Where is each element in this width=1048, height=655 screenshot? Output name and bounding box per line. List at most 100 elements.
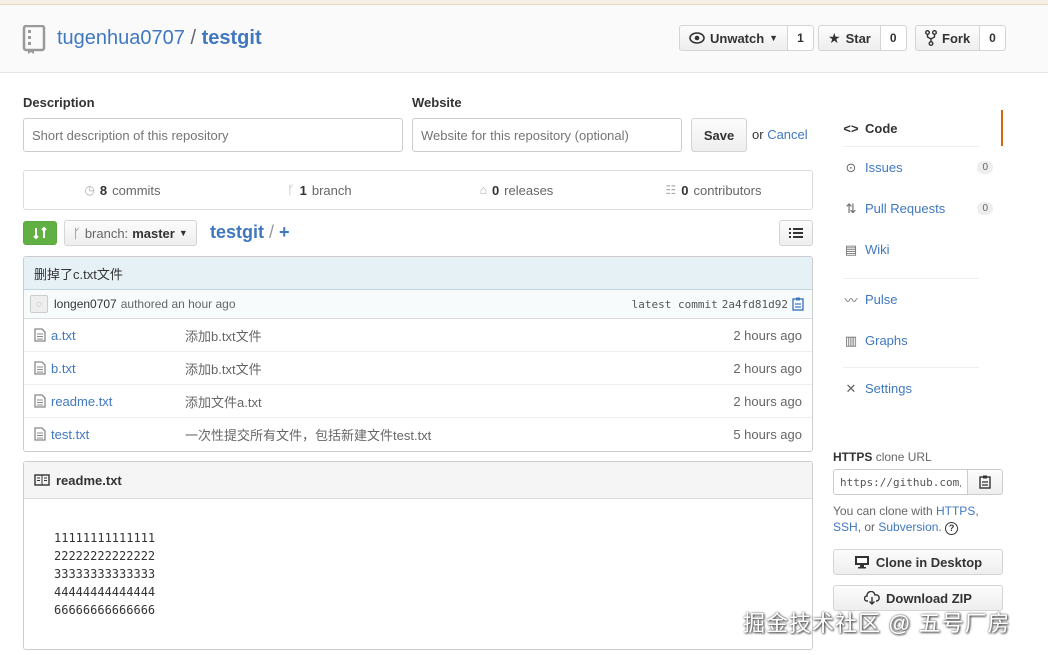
sidenav-item-pulse[interactable]: 〰 Pulse bbox=[833, 279, 1003, 320]
releases-stat[interactable]: ⌂ 0 releases bbox=[418, 183, 615, 198]
file-commit-message[interactable]: 添加b.txt文件 bbox=[185, 326, 262, 345]
code-icon: <> bbox=[843, 120, 859, 136]
readme-line: 66666666666666 bbox=[54, 603, 156, 617]
file-commit-message[interactable]: 添加文件a.txt bbox=[185, 392, 262, 411]
file-name-link[interactable]: test.txt bbox=[51, 427, 89, 442]
file-text-icon bbox=[34, 427, 46, 441]
or-cancel: or Cancel bbox=[752, 127, 808, 142]
commits-label: commits bbox=[112, 182, 161, 198]
website-label: Website bbox=[412, 95, 462, 110]
sidenav-item-wiki[interactable]: ▤ Wiki bbox=[833, 229, 1003, 270]
description-input[interactable] bbox=[23, 118, 403, 152]
star-button[interactable]: ★ Star bbox=[819, 26, 880, 50]
clone-url-input[interactable] bbox=[833, 469, 968, 495]
breadcrumb-separator: / bbox=[269, 222, 275, 242]
star-button-group: ★ Star 0 bbox=[818, 25, 907, 51]
book-icon bbox=[34, 474, 50, 486]
history-icon: ◷ bbox=[84, 183, 95, 197]
cloud-download-icon bbox=[864, 591, 880, 605]
pulls-count-badge: 0 bbox=[977, 202, 993, 215]
repo-sidenav: <> Code ⊙ Issues 0 ⇅ Pull Requests 0 ▤ W… bbox=[833, 110, 1003, 409]
branch-icon: ᚴ bbox=[287, 183, 295, 197]
releases-label: releases bbox=[504, 182, 554, 198]
description-label: Description bbox=[23, 95, 95, 110]
commit-authored-time: authored an hour ago bbox=[120, 297, 236, 311]
contributors-stat[interactable]: ☷ 0 contributors bbox=[615, 183, 812, 198]
sidenav-issues-label: Issues bbox=[865, 160, 903, 175]
file-commit-message[interactable]: 添加b.txt文件 bbox=[185, 359, 262, 378]
new-file-link[interactable]: + bbox=[279, 222, 290, 242]
latest-commit-message[interactable]: 删掉了c.txt文件 bbox=[24, 257, 812, 290]
branches-stat[interactable]: ᚴ 1 branch bbox=[221, 183, 418, 198]
repo-header: tugenhua0707 / testgit Unwatch ▼ 1 ★ Sta… bbox=[0, 5, 1048, 73]
branch-prefix: branch: bbox=[84, 225, 129, 241]
latest-commit-label: latest commit bbox=[631, 297, 718, 311]
pulse-icon: 〰 bbox=[844, 293, 858, 308]
clone-period: . bbox=[938, 520, 942, 534]
clone-url-text: clone URL bbox=[875, 450, 932, 464]
file-commit-message[interactable]: 一次性提交所有文件，包括新建文件test.txt bbox=[185, 425, 431, 444]
clone-ssh-link[interactable]: SSH bbox=[833, 520, 858, 534]
forks-count[interactable]: 0 bbox=[979, 26, 1005, 50]
sidenav-item-issues[interactable]: ⊙ Issues 0 bbox=[833, 147, 1003, 188]
sidenav-item-code[interactable]: <> Code bbox=[833, 110, 1003, 146]
website-input[interactable] bbox=[412, 118, 682, 152]
latest-commit-sha-block: latest commit 2a4fd81d92 bbox=[632, 297, 804, 311]
repo-owner-link[interactable]: tugenhua0707 bbox=[57, 27, 185, 49]
releases-count: 0 bbox=[491, 182, 500, 198]
organization-icon: ☷ bbox=[665, 183, 677, 197]
stargazers-count[interactable]: 0 bbox=[879, 26, 906, 50]
unwatch-label: Unwatch bbox=[710, 30, 765, 46]
file-age: 2 hours ago bbox=[733, 393, 802, 409]
avatar[interactable]: ◌ bbox=[30, 295, 48, 313]
unwatch-button[interactable]: Unwatch ▼ bbox=[680, 26, 787, 50]
compare-button[interactable] bbox=[23, 221, 57, 245]
clone-subversion-link[interactable]: Subversion bbox=[878, 520, 938, 534]
branches-label: branch bbox=[311, 182, 352, 198]
file-row: test.txt 一次性提交所有文件，包括新建文件test.txt 5 hour… bbox=[24, 418, 812, 451]
commit-author[interactable]: longen0707 bbox=[54, 297, 117, 311]
or-text: or bbox=[752, 127, 764, 142]
cancel-link[interactable]: Cancel bbox=[767, 127, 807, 142]
sidenav-graphs-label: Graphs bbox=[865, 333, 908, 348]
branch-name: master bbox=[132, 225, 175, 241]
file-row: a.txt 添加b.txt文件 2 hours ago bbox=[24, 319, 812, 352]
clipboard-icon[interactable] bbox=[792, 297, 804, 311]
sidenav-item-settings[interactable]: ✕ Settings bbox=[833, 368, 1003, 409]
question-icon[interactable]: ? bbox=[945, 522, 959, 535]
clone-desktop-label: Clone in Desktop bbox=[875, 554, 983, 570]
chevron-down-icon: ▼ bbox=[178, 228, 188, 238]
branch-icon: ᚴ bbox=[73, 225, 81, 241]
clone-protocol[interactable]: HTTPS bbox=[833, 450, 872, 464]
commits-stat[interactable]: ◷ 8 commits bbox=[24, 183, 221, 198]
file-text-icon bbox=[34, 361, 46, 375]
copy-clone-url-button[interactable] bbox=[967, 469, 1003, 495]
file-name-link[interactable]: readme.txt bbox=[51, 394, 112, 409]
fork-label: Fork bbox=[942, 30, 971, 46]
readme-line: 33333333333333 bbox=[54, 567, 156, 581]
clipboard-icon bbox=[979, 475, 991, 489]
sidenav-wiki-label: Wiki bbox=[865, 242, 890, 257]
file-row: readme.txt 添加文件a.txt 2 hours ago bbox=[24, 385, 812, 418]
sidenav-item-graphs[interactable]: ▥ Graphs bbox=[833, 320, 1003, 361]
sidenav-pulse-label: Pulse bbox=[865, 292, 898, 307]
branch-selector[interactable]: ᚴ branch: master ▼ bbox=[64, 220, 197, 246]
breadcrumb-root[interactable]: testgit bbox=[210, 222, 264, 242]
repo-title-separator: / bbox=[190, 27, 197, 49]
sidenav-code-label: Code bbox=[865, 120, 898, 136]
file-name-link[interactable]: b.txt bbox=[51, 361, 76, 376]
clone-in-desktop-button[interactable]: Clone in Desktop bbox=[833, 549, 1003, 575]
fork-icon bbox=[925, 30, 937, 46]
readme-header: readme.txt bbox=[24, 462, 812, 499]
save-button[interactable]: Save bbox=[691, 118, 747, 152]
list-view-button[interactable] bbox=[779, 220, 813, 246]
watchers-count[interactable]: 1 bbox=[787, 26, 813, 50]
pull-request-icon: ⇅ bbox=[845, 200, 857, 216]
file-name-link[interactable]: a.txt bbox=[51, 328, 76, 343]
fork-button[interactable]: Fork bbox=[916, 26, 979, 50]
commit-sha[interactable]: 2a4fd81d92 bbox=[722, 298, 788, 311]
branches-count: 1 bbox=[299, 182, 307, 198]
repo-name-link[interactable]: testgit bbox=[202, 27, 262, 49]
sidenav-item-pull-requests[interactable]: ⇅ Pull Requests 0 bbox=[833, 188, 1003, 229]
clone-https-link[interactable]: HTTPS bbox=[936, 504, 975, 518]
